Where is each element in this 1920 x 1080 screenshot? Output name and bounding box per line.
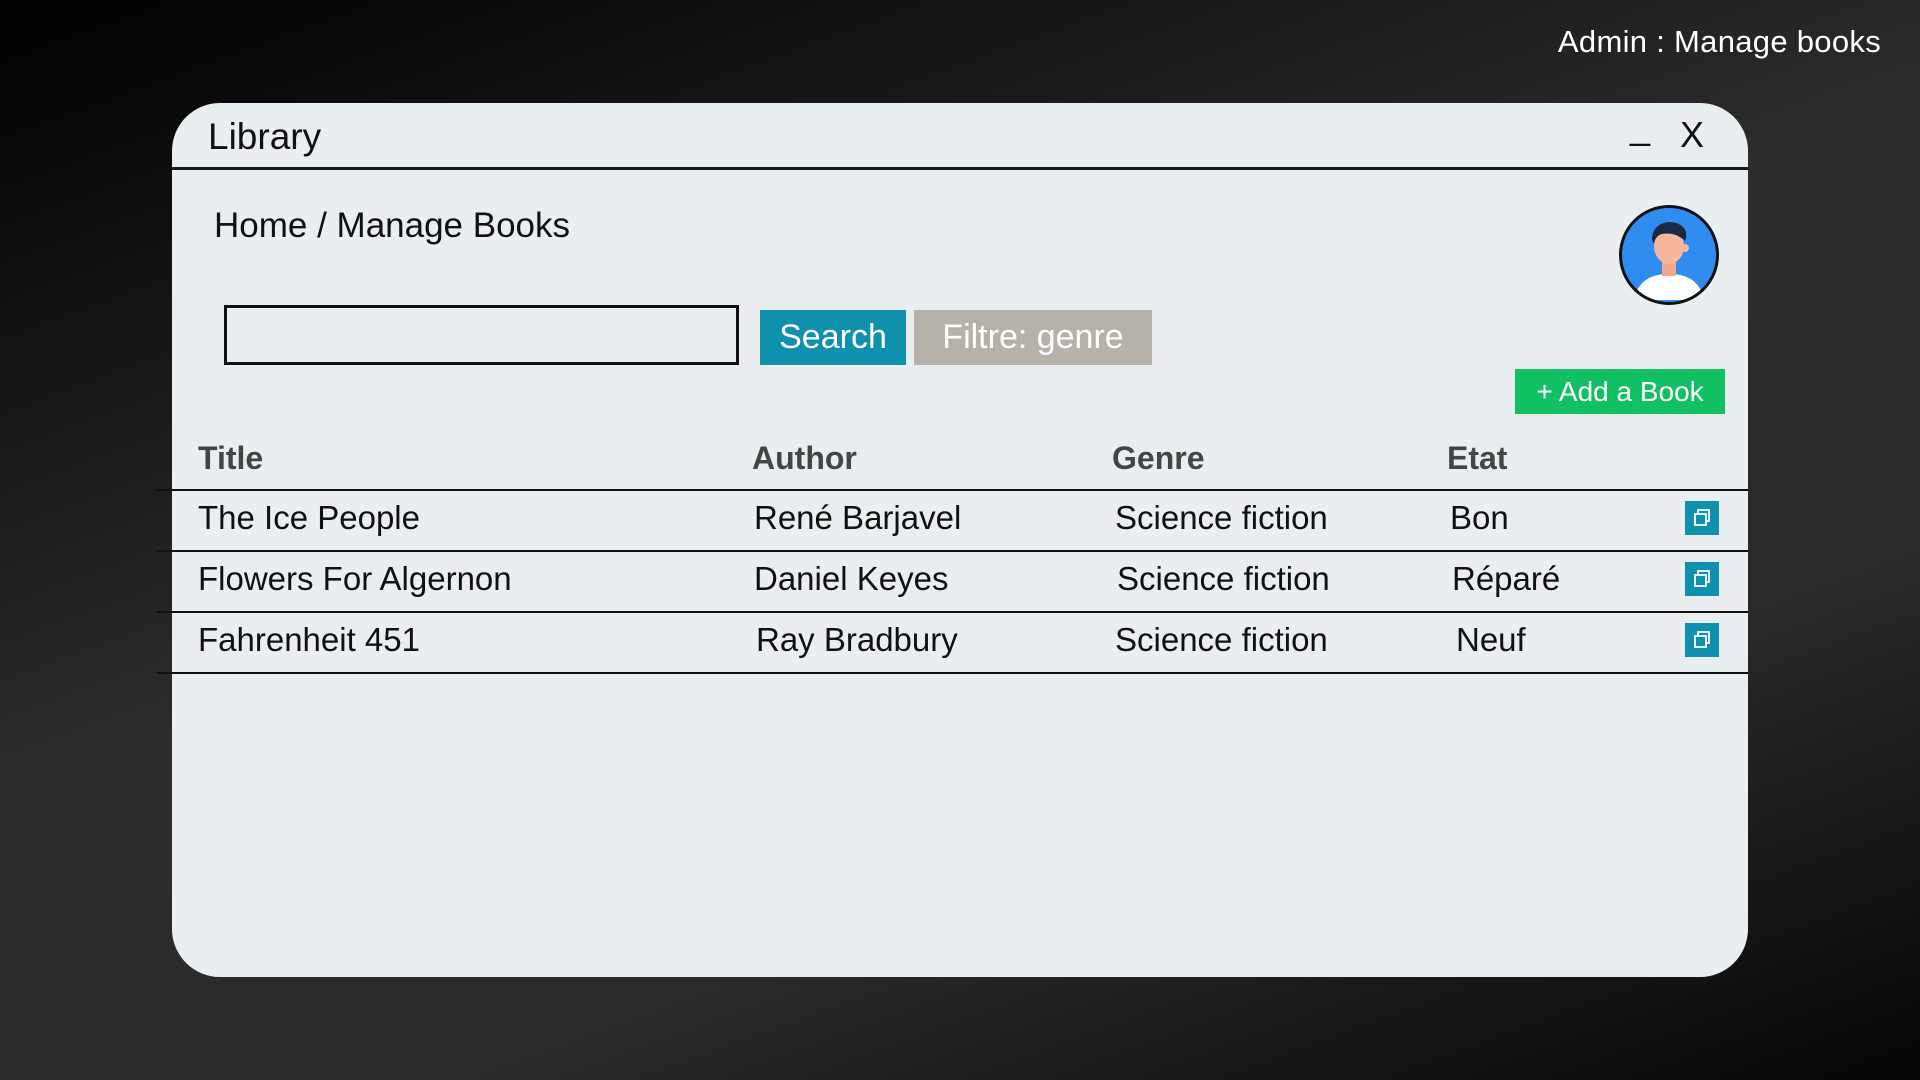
window-title: Library — [208, 116, 322, 157]
cell-author: Ray Bradbury — [756, 621, 958, 658]
cell-genre: Science fiction — [1117, 560, 1330, 597]
column-header-etat: Etat — [1447, 440, 1508, 476]
cell-etat: Neuf — [1456, 621, 1526, 658]
cell-author: Daniel Keyes — [754, 560, 949, 597]
library-window: Library _ X Home / Manage Books Search F… — [157, 103, 1748, 977]
column-header-genre: Genre — [1112, 440, 1205, 476]
page-caption: Admin : Manage books — [1557, 24, 1881, 59]
cell-author: René Barjavel — [754, 499, 962, 536]
column-header-author: Author — [752, 440, 857, 476]
search-input[interactable] — [224, 305, 739, 365]
cell-etat: Réparé — [1452, 560, 1561, 597]
add-book-button[interactable]: + Add a Book — [1515, 369, 1725, 414]
cell-title: Flowers For Algernon — [198, 560, 512, 597]
search-button[interactable]: Search — [760, 310, 906, 365]
cell-genre: Science fiction — [1115, 499, 1328, 536]
minimize-button[interactable]: _ — [1630, 109, 1650, 145]
cell-etat: Bon — [1450, 499, 1509, 536]
cell-title: Fahrenheit 451 — [198, 621, 420, 658]
column-header-title: Title — [198, 440, 264, 476]
copy-icon[interactable] — [1685, 562, 1719, 596]
breadcrumb: Home / Manage Books — [214, 206, 571, 245]
table-row: Flowers For Algernon Daniel Keyes Scienc… — [157, 552, 1748, 613]
close-button[interactable]: X — [1680, 117, 1704, 153]
cell-genre: Science fiction — [1115, 621, 1328, 658]
genre-filter-button[interactable]: Filtre: genre — [914, 310, 1152, 365]
copy-icon[interactable] — [1685, 623, 1719, 657]
table-row: The Ice People René Barjavel Science fic… — [157, 491, 1748, 552]
window-titlebar: Library _ X — [172, 103, 1748, 170]
copy-icon[interactable] — [1685, 501, 1719, 535]
user-avatar-icon[interactable] — [1619, 205, 1719, 305]
table-row: Fahrenheit 451 Ray Bradbury Science fict… — [157, 613, 1748, 674]
cell-title: The Ice People — [198, 499, 420, 536]
